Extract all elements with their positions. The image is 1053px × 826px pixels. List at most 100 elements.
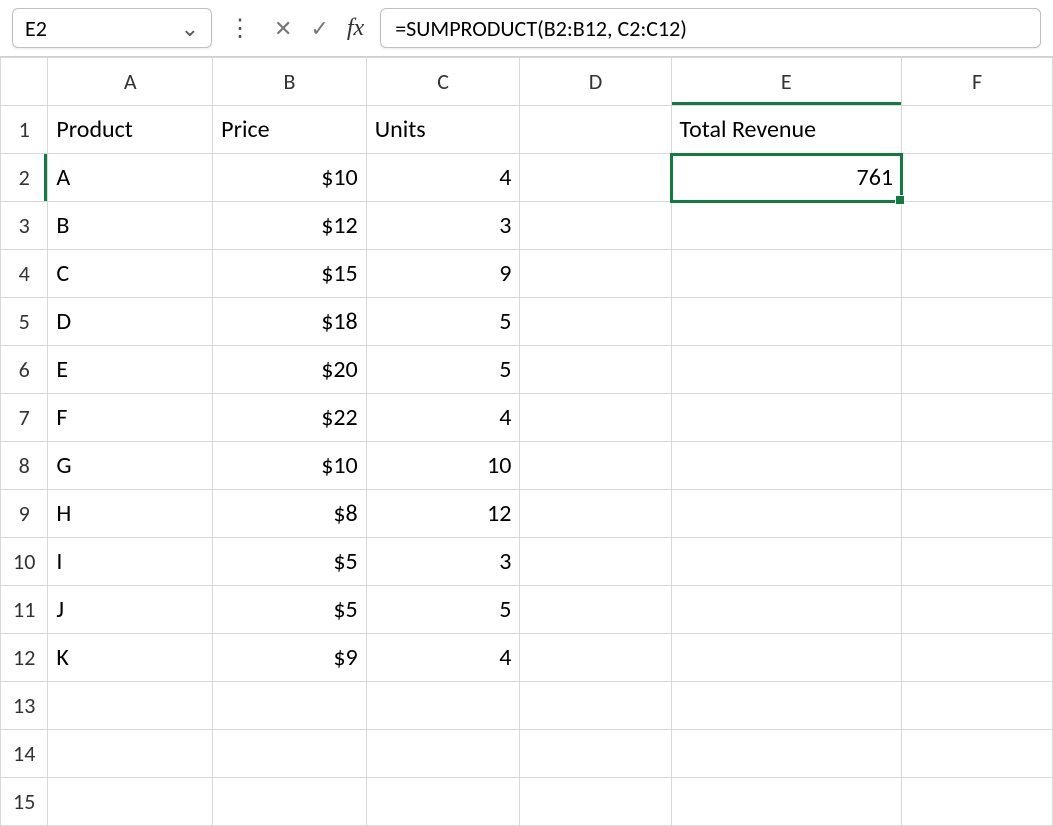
cell-B13[interactable] bbox=[213, 682, 367, 730]
cell-F7[interactable] bbox=[902, 394, 1053, 442]
cell-C10[interactable]: 3 bbox=[366, 538, 520, 586]
cell-F1[interactable] bbox=[902, 106, 1053, 154]
cell-B8[interactable]: $10 bbox=[213, 442, 367, 490]
cell-C8[interactable]: 10 bbox=[366, 442, 520, 490]
cell-F4[interactable] bbox=[902, 250, 1053, 298]
cell-D2[interactable] bbox=[520, 154, 671, 202]
more-icon[interactable]: ⋮ bbox=[222, 14, 258, 43]
cell-E2[interactable]: 761 bbox=[671, 154, 902, 202]
row-header-6[interactable]: 6 bbox=[1, 346, 48, 394]
cell-D13[interactable] bbox=[520, 682, 671, 730]
cancel-formula-icon[interactable]: ✕ bbox=[274, 15, 292, 42]
cell-B10[interactable]: $5 bbox=[213, 538, 367, 586]
cell-D15[interactable] bbox=[520, 778, 671, 826]
cell-B1[interactable]: Price bbox=[213, 106, 367, 154]
cell-C11[interactable]: 5 bbox=[366, 586, 520, 634]
cell-A1[interactable]: Product bbox=[48, 106, 213, 154]
row-header-9[interactable]: 9 bbox=[1, 490, 48, 538]
cell-C5[interactable]: 5 bbox=[366, 298, 520, 346]
cell-D12[interactable] bbox=[520, 634, 671, 682]
cell-E1[interactable]: Total Revenue bbox=[671, 106, 902, 154]
cell-E5[interactable] bbox=[671, 298, 902, 346]
row-header-13[interactable]: 13 bbox=[1, 682, 48, 730]
row-header-5[interactable]: 5 bbox=[1, 298, 48, 346]
cell-F11[interactable] bbox=[902, 586, 1053, 634]
cell-D7[interactable] bbox=[520, 394, 671, 442]
cell-E7[interactable] bbox=[671, 394, 902, 442]
row-header-2[interactable]: 2 bbox=[1, 154, 48, 202]
cell-E15[interactable] bbox=[671, 778, 902, 826]
cell-C6[interactable]: 5 bbox=[366, 346, 520, 394]
cell-B12[interactable]: $9 bbox=[213, 634, 367, 682]
cell-B15[interactable] bbox=[213, 778, 367, 826]
cell-A5[interactable]: D bbox=[48, 298, 213, 346]
row-header-10[interactable]: 10 bbox=[1, 538, 48, 586]
cell-E9[interactable] bbox=[671, 490, 902, 538]
cell-F2[interactable] bbox=[902, 154, 1053, 202]
cell-C13[interactable] bbox=[366, 682, 520, 730]
cell-C9[interactable]: 12 bbox=[366, 490, 520, 538]
row-header-15[interactable]: 15 bbox=[1, 778, 48, 826]
row-header-12[interactable]: 12 bbox=[1, 634, 48, 682]
cell-D9[interactable] bbox=[520, 490, 671, 538]
confirm-formula-icon[interactable]: ✓ bbox=[310, 15, 328, 42]
cell-B2[interactable]: $10 bbox=[213, 154, 367, 202]
cell-D3[interactable] bbox=[520, 202, 671, 250]
cell-D4[interactable] bbox=[520, 250, 671, 298]
cell-F3[interactable] bbox=[902, 202, 1053, 250]
cell-B7[interactable]: $22 bbox=[213, 394, 367, 442]
cell-A4[interactable]: C bbox=[48, 250, 213, 298]
cell-A3[interactable]: B bbox=[48, 202, 213, 250]
row-header-7[interactable]: 7 bbox=[1, 394, 48, 442]
cell-F12[interactable] bbox=[902, 634, 1053, 682]
cell-B3[interactable]: $12 bbox=[213, 202, 367, 250]
cell-A6[interactable]: E bbox=[48, 346, 213, 394]
cell-D1[interactable] bbox=[520, 106, 671, 154]
col-header-A[interactable]: A bbox=[48, 58, 213, 106]
cell-A8[interactable]: G bbox=[48, 442, 213, 490]
col-header-F[interactable]: F bbox=[902, 58, 1053, 106]
cell-B6[interactable]: $20 bbox=[213, 346, 367, 394]
col-header-B[interactable]: B bbox=[213, 58, 367, 106]
cell-E6[interactable] bbox=[671, 346, 902, 394]
cell-D14[interactable] bbox=[520, 730, 671, 778]
row-header-4[interactable]: 4 bbox=[1, 250, 48, 298]
cell-C7[interactable]: 4 bbox=[366, 394, 520, 442]
cell-A11[interactable]: J bbox=[48, 586, 213, 634]
cell-E11[interactable] bbox=[671, 586, 902, 634]
cell-E3[interactable] bbox=[671, 202, 902, 250]
cell-E10[interactable] bbox=[671, 538, 902, 586]
cell-C1[interactable]: Units bbox=[366, 106, 520, 154]
cell-A13[interactable] bbox=[48, 682, 213, 730]
row-header-11[interactable]: 11 bbox=[1, 586, 48, 634]
row-header-14[interactable]: 14 bbox=[1, 730, 48, 778]
cell-C14[interactable] bbox=[366, 730, 520, 778]
fx-icon[interactable]: fx bbox=[347, 15, 364, 42]
cell-B9[interactable]: $8 bbox=[213, 490, 367, 538]
select-all-corner[interactable] bbox=[1, 58, 48, 106]
cell-D10[interactable] bbox=[520, 538, 671, 586]
cell-F14[interactable] bbox=[902, 730, 1053, 778]
name-box[interactable]: E2 ⌄ bbox=[12, 8, 212, 48]
cell-F13[interactable] bbox=[902, 682, 1053, 730]
cell-B4[interactable]: $15 bbox=[213, 250, 367, 298]
cell-C3[interactable]: 3 bbox=[366, 202, 520, 250]
cell-A12[interactable]: K bbox=[48, 634, 213, 682]
formula-input[interactable]: =SUMPRODUCT(B2:B12, C2:C12) bbox=[380, 8, 1041, 48]
cell-E8[interactable] bbox=[671, 442, 902, 490]
cell-F9[interactable] bbox=[902, 490, 1053, 538]
cell-F6[interactable] bbox=[902, 346, 1053, 394]
cell-D11[interactable] bbox=[520, 586, 671, 634]
cell-B14[interactable] bbox=[213, 730, 367, 778]
cell-F10[interactable] bbox=[902, 538, 1053, 586]
row-header-3[interactable]: 3 bbox=[1, 202, 48, 250]
cell-D5[interactable] bbox=[520, 298, 671, 346]
row-header-1[interactable]: 1 bbox=[1, 106, 48, 154]
cell-C15[interactable] bbox=[366, 778, 520, 826]
cell-A2[interactable]: A bbox=[48, 154, 213, 202]
cell-C12[interactable]: 4 bbox=[366, 634, 520, 682]
col-header-C[interactable]: C bbox=[366, 58, 520, 106]
cell-A15[interactable] bbox=[48, 778, 213, 826]
cell-F8[interactable] bbox=[902, 442, 1053, 490]
cell-B5[interactable]: $18 bbox=[213, 298, 367, 346]
